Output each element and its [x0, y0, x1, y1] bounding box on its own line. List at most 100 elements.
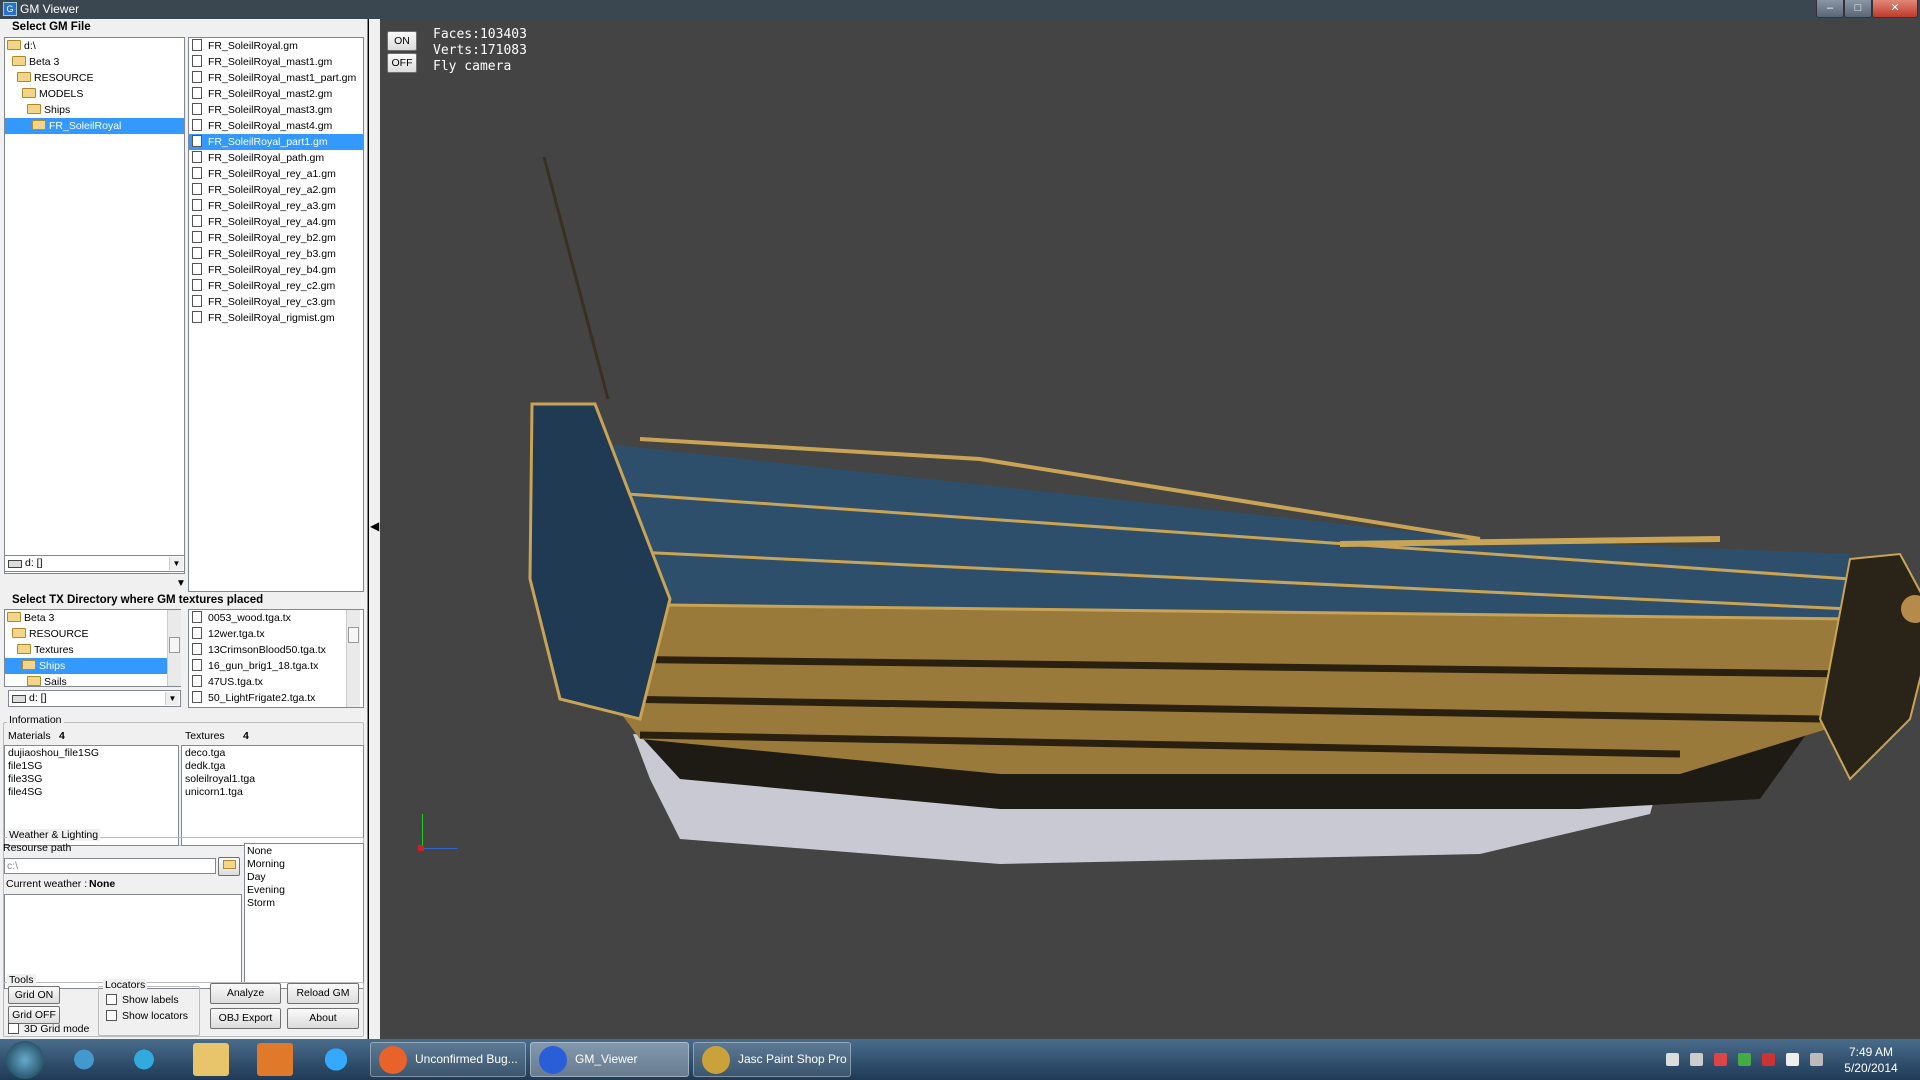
file-item[interactable]: FR_SoleilRoyal_mast4.gm — [189, 118, 363, 134]
tray-app2-icon[interactable] — [1738, 1053, 1751, 1066]
file-item[interactable]: FR_SoleilRoyal_rigmist.gm — [189, 310, 363, 326]
explorer-pinned-icon[interactable] — [193, 1043, 229, 1076]
network-icon[interactable] — [1690, 1053, 1703, 1066]
file-item[interactable]: 47US.tga.tx — [189, 674, 363, 690]
close-button[interactable]: ✕ — [1872, 0, 1918, 18]
taskbar-item[interactable]: GM_Viewer — [530, 1042, 689, 1077]
tree-item[interactable]: d:\ — [5, 38, 184, 54]
chevron-down-icon[interactable]: ▼ — [169, 557, 183, 570]
file-item[interactable]: 0053_wood.tga.tx — [189, 610, 363, 626]
tree-item[interactable]: Textures — [5, 642, 180, 658]
taskbar-item[interactable]: Jasc Paint Shop Pro — [693, 1042, 851, 1077]
tree-item[interactable]: Beta 3 — [5, 54, 184, 70]
display-icon[interactable] — [1810, 1053, 1823, 1066]
file-item[interactable]: FR_SoleilRoyal_mast2.gm — [189, 86, 363, 102]
grid-3d-checkbox[interactable]: 3D Grid mode — [8, 1023, 89, 1035]
tx-files-scrollbar[interactable] — [346, 610, 360, 707]
flag-icon[interactable] — [1786, 1053, 1799, 1066]
file-item-label: FR_SoleilRoyal_part1.gm — [208, 136, 328, 148]
tx-file-list[interactable]: 0053_wood.tga.tx 12wer.tga.tx 13CrimsonBlo… — [188, 609, 364, 708]
file-item-label: FR_SoleilRoyal_rey_a4.gm — [208, 216, 336, 228]
file-item[interactable]: FR_SoleilRoyal_mast1.gm — [189, 54, 363, 70]
file-item[interactable]: FR_SoleilRoyal_rey_c3.gm — [189, 294, 363, 310]
minimize-button[interactable]: – — [1816, 0, 1844, 18]
sync-pinned-icon[interactable] — [318, 1043, 354, 1076]
tree-item[interactable]: RESOURCE — [5, 70, 184, 86]
file-item[interactable]: FR_SoleilRoyal_mast1_part.gm — [189, 70, 363, 86]
tree-item[interactable]: Ships — [5, 658, 180, 674]
taskbar-item[interactable]: Unconfirmed Bug... — [370, 1042, 526, 1077]
panel-splitter[interactable]: ◀ — [369, 19, 380, 1039]
resource-path-input[interactable]: c:\ — [4, 858, 216, 874]
gm-drive-select[interactable]: d: [] ▼ — [4, 555, 185, 572]
gm-file-list[interactable]: FR_SoleilRoyal.gm FR_SoleilRoyal_mast1.gm… — [188, 37, 364, 592]
file-item[interactable]: FR_SoleilRoyal_part1.gm — [189, 134, 363, 150]
browse-folder-button[interactable] — [218, 857, 240, 876]
file-item[interactable]: FR_SoleilRoyal_rey_b4.gm — [189, 262, 363, 278]
collapse-left-icon[interactable]: ◀ — [370, 519, 379, 533]
tree-item[interactable]: MODELS — [5, 86, 184, 102]
show-labels-checkbox[interactable]: Show labels — [106, 994, 179, 1006]
maximize-button[interactable]: □ — [1844, 0, 1872, 18]
splitter-arrow-icon[interactable]: ▼ — [176, 578, 186, 589]
material-item[interactable]: file1SG — [8, 760, 175, 773]
tree-item[interactable]: Beta 3 — [5, 610, 180, 626]
texture-item[interactable]: dedk.tga — [185, 760, 360, 773]
file-item[interactable]: FR_SoleilRoyal_rey_b2.gm — [189, 230, 363, 246]
clock-time[interactable]: 7:49 AM — [1836, 1045, 1906, 1059]
show-locators-checkbox[interactable]: Show locators — [106, 1010, 188, 1022]
file-item[interactable]: 16_gun_brig1_18.tga.tx — [189, 658, 363, 674]
weather-option[interactable]: Morning — [247, 858, 361, 871]
file-item[interactable]: FR_SoleilRoyal_rey_b3.gm — [189, 246, 363, 262]
tree-item-label: RESOURCE — [29, 628, 89, 640]
material-item[interactable]: dujiaoshou_file1SG — [8, 747, 175, 760]
texture-item[interactable]: deco.tga — [185, 747, 360, 760]
weather-option[interactable]: None — [247, 845, 361, 858]
file-item[interactable]: FR_SoleilRoyal_mast3.gm — [189, 102, 363, 118]
file-item[interactable]: 13CrimsonBlood50.tga.tx — [189, 642, 363, 658]
texture-item[interactable]: soleilroyal1.tga — [185, 773, 360, 786]
weather-options-list[interactable]: None Morning Day Evening Storm — [244, 843, 364, 989]
tree-item[interactable]: FR_SoleilRoyal — [5, 118, 184, 134]
ie-blue-pinned-icon[interactable] — [126, 1043, 162, 1076]
ship-model — [528, 156, 1920, 864]
material-item[interactable]: file4SG — [8, 786, 175, 799]
grid-off-button[interactable]: Grid OFF — [8, 1006, 60, 1024]
clock-date[interactable]: 5/20/2014 — [1836, 1061, 1906, 1075]
tree-item[interactable]: RESOURCE — [5, 626, 180, 642]
material-item[interactable]: file3SG — [8, 773, 175, 786]
tray-app-icon[interactable] — [1714, 1053, 1727, 1066]
obj-export-button[interactable]: OBJ Export — [210, 1008, 281, 1029]
tx-tree-scrollbar[interactable] — [167, 610, 181, 686]
tray-sb-icon[interactable] — [1762, 1053, 1775, 1066]
weather-option[interactable]: Day — [247, 871, 361, 884]
chevron-down-icon[interactable]: ▼ — [165, 692, 179, 705]
weather-option[interactable]: Storm — [247, 897, 361, 910]
grid-on-button[interactable]: Grid ON — [8, 986, 60, 1004]
volume-icon[interactable] — [1666, 1053, 1679, 1066]
gm-folder-tree[interactable]: d:\ Beta 3 RESOURCE MODELS Ships FR_SoleilRoy… — [4, 37, 185, 574]
3d-viewport[interactable]: ON OFF Faces:103403 Verts:171083 Fly camer… — [380, 19, 1920, 1039]
textures-list[interactable]: deco.tga dedk.tga soleilroyal1.tga unicorn1… — [181, 745, 364, 846]
media-player-pinned-icon[interactable] — [257, 1043, 293, 1076]
tree-item[interactable]: Sails — [5, 674, 180, 686]
tree-item[interactable]: Ships — [5, 102, 184, 118]
file-item[interactable]: FR_SoleilRoyal_rey_a4.gm — [189, 214, 363, 230]
reload-gm-button[interactable]: Reload GM — [287, 983, 359, 1004]
tx-folder-tree[interactable]: Beta 3 RESOURCE Textures Ships Sails — [4, 609, 181, 687]
about-button[interactable]: About — [287, 1008, 359, 1029]
file-item[interactable]: FR_SoleilRoyal_rey_c2.gm — [189, 278, 363, 294]
file-item[interactable]: FR_SoleilRoyal_path.gm — [189, 150, 363, 166]
file-item[interactable]: 12wer.tga.tx — [189, 626, 363, 642]
texture-item[interactable]: unicorn1.tga — [185, 786, 360, 799]
file-item[interactable]: 50_LightFrigate2.tga.tx — [189, 690, 363, 706]
tx-drive-select[interactable]: d: [] ▼ — [8, 690, 181, 707]
file-item[interactable]: FR_SoleilRoyal_rey_a1.gm — [189, 166, 363, 182]
weather-option[interactable]: Evening — [247, 884, 361, 897]
file-item[interactable]: FR_SoleilRoyal_rey_a2.gm — [189, 182, 363, 198]
analyze-button[interactable]: Analyze — [210, 983, 281, 1004]
ie-pinned-icon[interactable] — [66, 1043, 102, 1076]
file-item[interactable]: FR_SoleilRoyal_rey_a3.gm — [189, 198, 363, 214]
start-button[interactable] — [6, 1041, 44, 1079]
file-item[interactable]: FR_SoleilRoyal.gm — [189, 38, 363, 54]
